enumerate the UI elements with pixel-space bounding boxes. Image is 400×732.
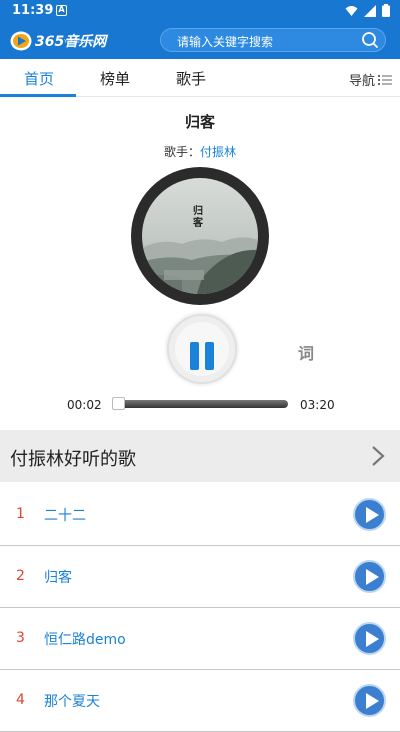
pause-icon xyxy=(175,322,229,376)
chevron-right-icon xyxy=(372,446,385,466)
nav-tabs: 首页 榜单 歌手 导航 xyxy=(0,59,400,97)
pause-bar-left xyxy=(190,342,199,370)
song-name[interactable]: 恒仁路demo xyxy=(44,629,126,649)
search-icon[interactable] xyxy=(361,31,379,49)
album-art-image xyxy=(142,178,258,294)
lyrics-button[interactable]: 词 xyxy=(298,340,314,364)
signal-icon xyxy=(364,4,376,17)
artist-prefix: 歌手： xyxy=(163,145,200,159)
status-time: 11:39 xyxy=(12,3,54,18)
progress-bar[interactable] xyxy=(112,397,288,410)
current-time: 00:02 xyxy=(67,398,102,412)
list-item[interactable]: 3 恒仁路demo xyxy=(0,608,400,670)
play-icon xyxy=(366,507,379,523)
play-button[interactable] xyxy=(353,622,386,655)
artist-link[interactable]: 付振林 xyxy=(200,145,236,159)
tab-singers[interactable]: 歌手 xyxy=(176,68,206,89)
song-list: 1 二十二 2 归客 3 恒仁路demo 4 那个夏天 xyxy=(0,484,400,732)
status-icons xyxy=(345,4,390,17)
song-name[interactable]: 那个夏天 xyxy=(44,691,100,711)
artist-songs-header[interactable]: 付振林好听的歌 xyxy=(0,430,400,482)
album-art: 归客 xyxy=(142,178,258,294)
section-title: 付振林好听的歌 xyxy=(10,449,136,470)
song-title: 归客 xyxy=(184,113,215,131)
wifi-icon xyxy=(345,5,358,16)
logo-subtext: Yue365.com xyxy=(64,39,95,45)
song-index: 1 xyxy=(16,506,25,522)
play-icon xyxy=(366,693,379,709)
total-time: 03:20 xyxy=(300,398,335,412)
app-header: 365音乐网 Yue365.com 请输入关键字搜索 xyxy=(0,22,400,59)
album-disc: 归客 xyxy=(131,167,269,305)
play-icon xyxy=(366,569,379,585)
song-index: 4 xyxy=(16,692,25,708)
list-item[interactable]: 4 那个夏天 xyxy=(0,670,400,732)
list-item[interactable]: 2 归客 xyxy=(0,546,400,608)
nav-menu-label: 导航 xyxy=(348,74,375,89)
status-bar: 11:39 A xyxy=(0,0,400,22)
tab-home[interactable]: 首页 xyxy=(24,68,54,89)
play-button[interactable] xyxy=(353,498,386,531)
song-index: 3 xyxy=(16,630,25,646)
nav-menu-button[interactable]: 导航 xyxy=(349,70,392,89)
play-icon xyxy=(366,631,379,647)
song-name[interactable]: 归客 xyxy=(44,567,72,587)
tab-charts[interactable]: 榜单 xyxy=(100,68,130,89)
pause-bar-right xyxy=(205,342,214,370)
list-icon xyxy=(378,74,392,85)
search-placeholder: 请输入关键字搜索 xyxy=(177,35,274,49)
artist-line: 歌手：付振林 xyxy=(0,143,400,160)
logo-icon xyxy=(10,31,32,51)
notification-icon: A xyxy=(56,5,67,16)
search-input[interactable]: 请输入关键字搜索 xyxy=(160,28,386,52)
play-button[interactable] xyxy=(353,684,386,717)
progress-thumb[interactable] xyxy=(112,397,125,410)
song-index: 2 xyxy=(16,568,25,584)
song-name[interactable]: 二十二 xyxy=(44,505,86,525)
active-tab-indicator xyxy=(0,94,76,97)
battery-icon xyxy=(382,4,390,17)
play-button[interactable] xyxy=(353,560,386,593)
pause-button[interactable] xyxy=(167,314,237,384)
album-title-text: 归客 xyxy=(193,206,203,229)
list-item[interactable]: 1 二十二 xyxy=(0,484,400,546)
